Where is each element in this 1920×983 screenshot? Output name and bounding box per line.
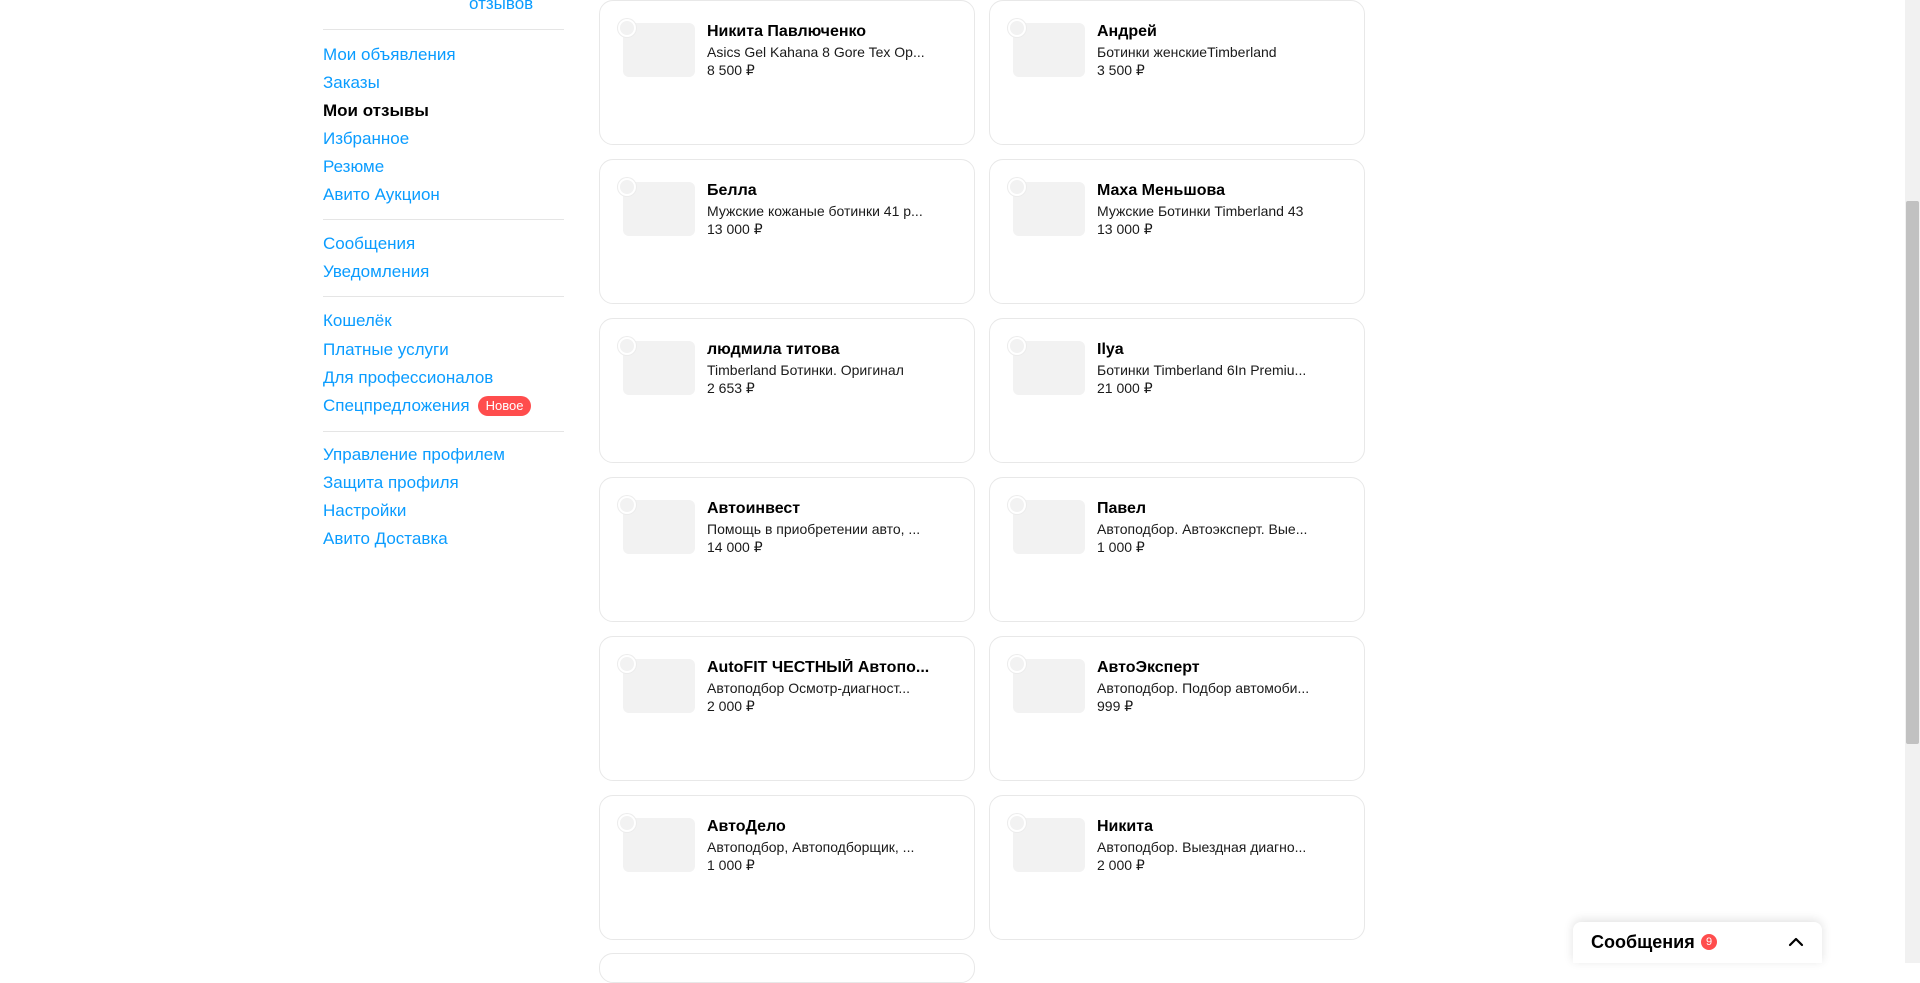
avatar bbox=[618, 19, 636, 37]
item-title: Мужские кожаные ботинки 41 р... bbox=[707, 203, 923, 219]
item-title: Ботинки женскиеTimberland bbox=[1097, 44, 1277, 60]
review-card[interactable]: АвтоДело Автоподбор, Автоподборщик, ... … bbox=[599, 795, 975, 940]
sidebar-top-fragment: отзывов bbox=[323, 0, 564, 16]
seller-name: Никита bbox=[1097, 818, 1153, 835]
item-price: 1 000 ₽ bbox=[707, 857, 755, 873]
nav-auction[interactable]: Авито Аукцион bbox=[323, 184, 440, 206]
nav-special-offers-label: Спецпредложения bbox=[323, 396, 470, 415]
review-card[interactable]: людмила титова Timberland Ботинки. Ориги… bbox=[599, 318, 975, 463]
item-price: 1 000 ₽ bbox=[1097, 539, 1145, 555]
item-price: 2 000 ₽ bbox=[1097, 857, 1145, 873]
nav-special-offers[interactable]: Спецпредложения Новое bbox=[323, 395, 532, 417]
messenger-widget[interactable]: Сообщения 9 bbox=[1573, 922, 1822, 963]
nav-avito-delivery[interactable]: Авито Доставка bbox=[323, 528, 448, 550]
item-price: 2 000 ₽ bbox=[707, 698, 755, 714]
review-card[interactable]: Никита Павлюченко Asics Gel Kahana 8 Gor… bbox=[599, 0, 975, 145]
review-card[interactable]: Андрей Ботинки женскиеTimberland 3 500 ₽ bbox=[989, 0, 1365, 145]
seller-name: Ilya bbox=[1097, 341, 1124, 358]
avatar bbox=[1008, 655, 1026, 673]
nav-my-listings[interactable]: Мои объявления bbox=[323, 44, 456, 66]
avatar bbox=[618, 655, 636, 673]
item-title: Автоподбор Осмотр-диагност... bbox=[707, 680, 910, 696]
avatar bbox=[1008, 814, 1026, 832]
nav-for-professionals[interactable]: Для профессионалов bbox=[323, 367, 493, 389]
item-price: 3 500 ₽ bbox=[1097, 62, 1145, 78]
avatar bbox=[618, 337, 636, 355]
item-price: 13 000 ₽ bbox=[707, 221, 763, 237]
sidebar-divider bbox=[323, 431, 564, 432]
item-title: Ботинки Timberland 6In Premiu... bbox=[1097, 362, 1307, 378]
item-title: Автоподбор, Автоподборщик, ... bbox=[707, 839, 915, 855]
seller-name: Андрей bbox=[1097, 23, 1157, 40]
nav-resume[interactable]: Резюме bbox=[323, 156, 384, 178]
seller-name: Павел bbox=[1097, 500, 1147, 517]
seller-name: АвтоЭксперт bbox=[1097, 659, 1200, 676]
seller-name: людмила титова bbox=[707, 341, 840, 358]
avatar bbox=[1008, 19, 1026, 37]
messenger-title: Сообщения bbox=[1591, 932, 1695, 952]
item-price: 999 ₽ bbox=[1097, 698, 1134, 714]
item-price: 21 000 ₽ bbox=[1097, 380, 1153, 396]
avatar bbox=[618, 178, 636, 196]
scrollbar-thumb[interactable] bbox=[1906, 201, 1919, 744]
item-title: Автоподбор. Подбор автомоби... bbox=[1097, 680, 1310, 696]
review-card[interactable]: Никита Автоподбор. Выездная диагно... 2 … bbox=[989, 795, 1365, 940]
review-card[interactable]: Маха Меньшова Мужские Ботинки Timberland… bbox=[989, 159, 1365, 304]
seller-name: Никита Павлюченко bbox=[707, 23, 867, 40]
sidebar-divider bbox=[323, 29, 564, 30]
nav-my-reviews[interactable]: Мои отзывы bbox=[323, 100, 429, 122]
review-card[interactable]: Белла Мужские кожаные ботинки 41 р... 13… bbox=[599, 159, 975, 304]
sidebar-divider bbox=[323, 296, 564, 297]
nav-orders[interactable]: Заказы bbox=[323, 72, 380, 94]
review-card[interactable]: AutoFIT ЧЕСТНЫЙ Автопо... Автоподбор Осм… bbox=[599, 636, 975, 781]
seller-name: АвтоДело bbox=[707, 818, 786, 835]
nav-wallet[interactable]: Кошелёк bbox=[323, 310, 392, 332]
new-badge: Новое bbox=[477, 396, 532, 416]
seller-name: AutoFIT ЧЕСТНЫЙ Автопо... bbox=[707, 659, 930, 676]
avatar bbox=[1008, 178, 1026, 196]
nav-favorites[interactable]: Избранное bbox=[323, 128, 409, 150]
item-title: Timberland Ботинки. Оригинал bbox=[707, 362, 904, 378]
nav-notifications[interactable]: Уведомления bbox=[323, 261, 429, 283]
seller-name: Автоинвест bbox=[707, 500, 801, 517]
review-card[interactable]: Автоинвест Помощь в приобретении авто, .… bbox=[599, 477, 975, 622]
seller-name: Белла bbox=[707, 182, 757, 199]
review-card[interactable]: АвтоЭксперт Автоподбор. Подбор автомоби.… bbox=[989, 636, 1365, 781]
sidebar-divider bbox=[323, 219, 564, 220]
item-price: 14 000 ₽ bbox=[707, 539, 763, 555]
item-title: Автоподбор. Выездная диагно... bbox=[1097, 839, 1307, 855]
nav-profile-protection[interactable]: Защита профиля bbox=[323, 472, 459, 494]
review-card-partial[interactable] bbox=[599, 953, 975, 983]
item-price: 8 500 ₽ bbox=[707, 62, 755, 78]
avatar bbox=[1008, 496, 1026, 514]
item-title: Мужские Ботинки Timberland 43 bbox=[1097, 203, 1304, 219]
reviews-count-link[interactable]: отзывов bbox=[469, 0, 533, 14]
nav-profile-management[interactable]: Управление профилем bbox=[323, 444, 505, 466]
seller-name: Маха Меньшова bbox=[1097, 182, 1226, 199]
review-card[interactable]: Ilya Ботинки Timberland 6In Premiu... 21… bbox=[989, 318, 1365, 463]
item-title: Автоподбор. Автоэксперт. Вые... bbox=[1097, 521, 1308, 537]
review-card[interactable]: Павел Автоподбор. Автоэксперт. Вые... 1 … bbox=[989, 477, 1365, 622]
avatar bbox=[1008, 337, 1026, 355]
chevron-up-icon[interactable] bbox=[1786, 932, 1806, 952]
nav-paid-services[interactable]: Платные услуги bbox=[323, 339, 449, 361]
item-price: 13 000 ₽ bbox=[1097, 221, 1153, 237]
item-title: Asics Gel Kahana 8 Gore Tex Ор... bbox=[707, 44, 925, 60]
nav-messages[interactable]: Сообщения bbox=[323, 233, 415, 255]
unread-count-badge: 9 bbox=[1701, 934, 1717, 950]
avatar bbox=[618, 496, 636, 514]
item-title: Помощь в приобретении авто, ... bbox=[707, 521, 921, 537]
avatar bbox=[618, 814, 636, 832]
item-price: 2 653 ₽ bbox=[707, 380, 755, 396]
nav-settings[interactable]: Настройки bbox=[323, 500, 406, 522]
